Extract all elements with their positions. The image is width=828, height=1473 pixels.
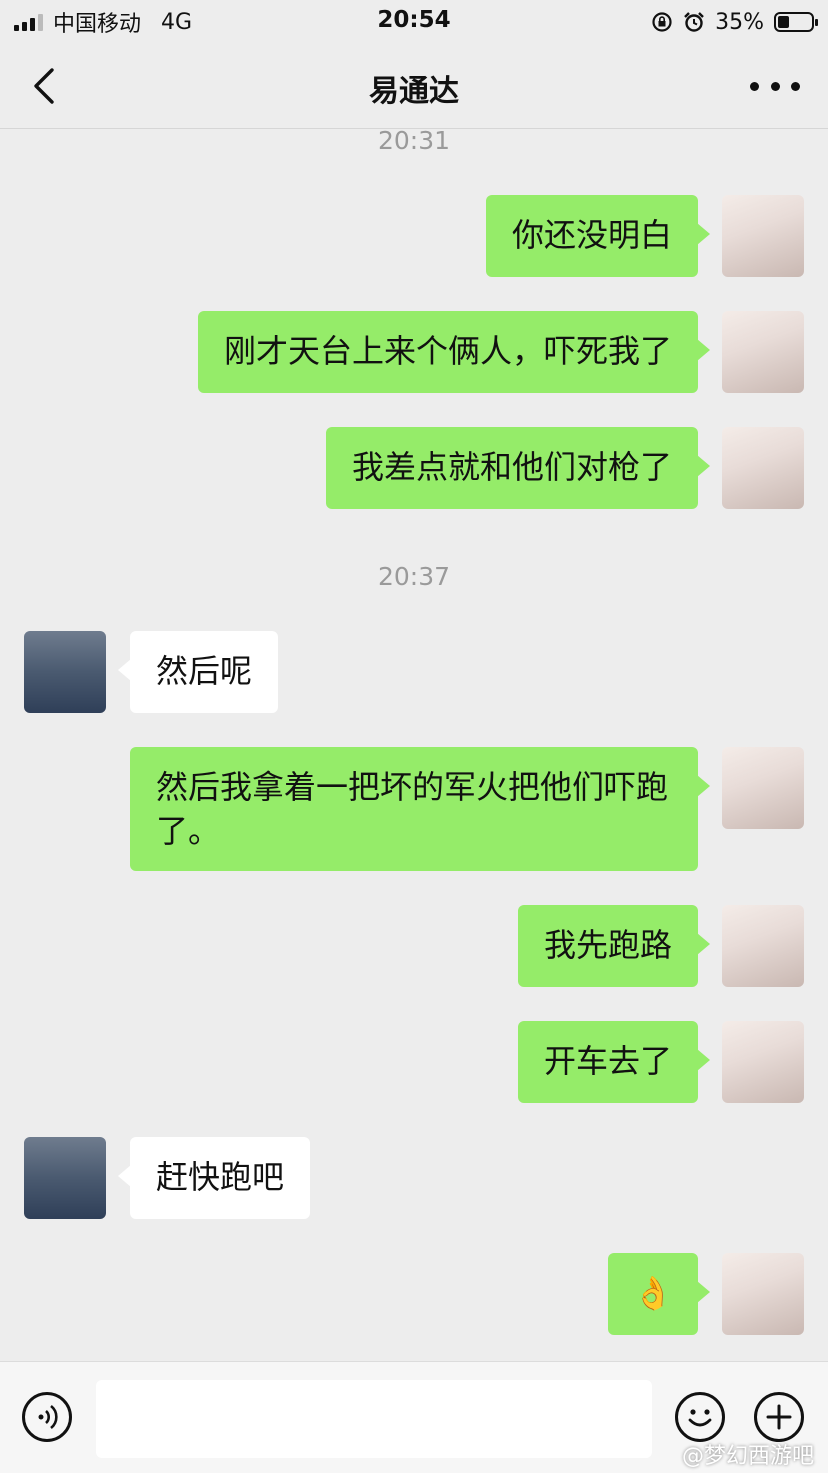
battery-icon: [774, 12, 818, 32]
avatar[interactable]: [722, 427, 804, 509]
message-bubble[interactable]: 然后呢: [117, 631, 279, 713]
message-bubble[interactable]: 我差点就和他们对枪了: [325, 427, 711, 509]
rotation-lock-icon: [652, 12, 672, 32]
message-bubble[interactable]: 我先跑路: [517, 905, 711, 987]
avatar[interactable]: [24, 631, 106, 713]
chat-header: 易通达: [0, 44, 828, 129]
battery-fill: [778, 16, 789, 28]
avatar[interactable]: [722, 311, 804, 393]
input-bar: @梦幻西游吧: [0, 1361, 828, 1473]
avatar[interactable]: [722, 1253, 804, 1335]
voice-icon[interactable]: [22, 1392, 72, 1442]
emoji-icon[interactable]: [675, 1392, 725, 1442]
alarm-icon: [684, 12, 704, 32]
message-bubble[interactable]: 开车去了: [517, 1021, 711, 1103]
message-input[interactable]: [96, 1380, 652, 1458]
message-bubble[interactable]: 你还没明白: [485, 195, 711, 277]
status-bar: 中国移动 4G 20:54 35%: [0, 0, 828, 44]
message-bubble[interactable]: 刚才天台上来个俩人，吓死我了: [197, 311, 711, 393]
plus-icon[interactable]: [754, 1392, 804, 1442]
avatar[interactable]: [722, 195, 804, 277]
message-bubble[interactable]: 👌: [608, 1253, 710, 1335]
timestamp: 20:37: [377, 562, 451, 591]
message-bubble[interactable]: 赶快跑吧: [117, 1137, 311, 1219]
more-dots-icon[interactable]: [750, 66, 800, 106]
avatar[interactable]: [722, 905, 804, 987]
message-bubble[interactable]: 然后我拿着一把坏的军火把他们吓跑了。: [130, 747, 710, 871]
watermark: @梦幻西游吧: [681, 1444, 814, 1469]
chat-title: 易通达: [369, 74, 459, 109]
avatar[interactable]: [722, 747, 804, 829]
avatar[interactable]: [24, 1137, 106, 1219]
timestamp: 20:31: [377, 126, 451, 155]
battery-percent: 35%: [715, 9, 764, 35]
avatar[interactable]: [722, 1021, 804, 1103]
